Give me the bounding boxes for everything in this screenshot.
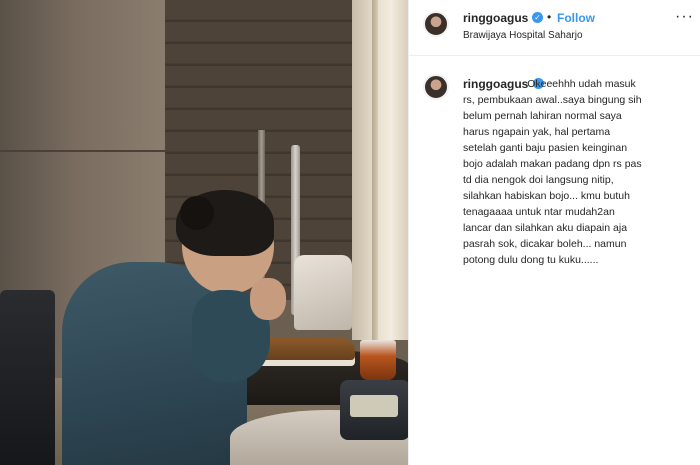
photo-bag (294, 255, 352, 330)
caption-text: Okeeehhh udah masuk rs, pembukaan awal..… (463, 78, 642, 266)
post-photo[interactable] (0, 0, 408, 465)
header-username[interactable]: ringgoagus (463, 11, 528, 25)
caption-indent (463, 78, 527, 90)
post-header: ringgoagus ✓ • Follow Brawijaya Hospital… (409, 0, 700, 56)
caption-avatar[interactable] (423, 74, 449, 100)
separator-dot: • (547, 10, 552, 24)
photo-person-hand (250, 278, 286, 320)
post-side-panel: ringgoagus ✓ • Follow Brawijaya Hospital… (408, 0, 700, 465)
photo-food (255, 338, 355, 366)
photo-curtain (352, 0, 408, 340)
follow-button[interactable]: Follow (557, 11, 595, 25)
photo-sofa (0, 290, 55, 465)
post-caption: Okeeehhh udah masuk rs, pembukaan awal..… (463, 76, 699, 268)
photo-wall-line (0, 150, 170, 152)
photo-curtain-fold (372, 0, 378, 340)
photo-person-bun (180, 196, 214, 230)
avatar[interactable] (423, 11, 449, 37)
photo-cup (360, 340, 396, 380)
more-options-icon[interactable]: ··· (675, 8, 694, 26)
post-location[interactable]: Brawijaya Hospital Saharjo (463, 30, 583, 41)
photo-device-screen (350, 395, 398, 417)
verified-icon: ✓ (532, 12, 543, 23)
